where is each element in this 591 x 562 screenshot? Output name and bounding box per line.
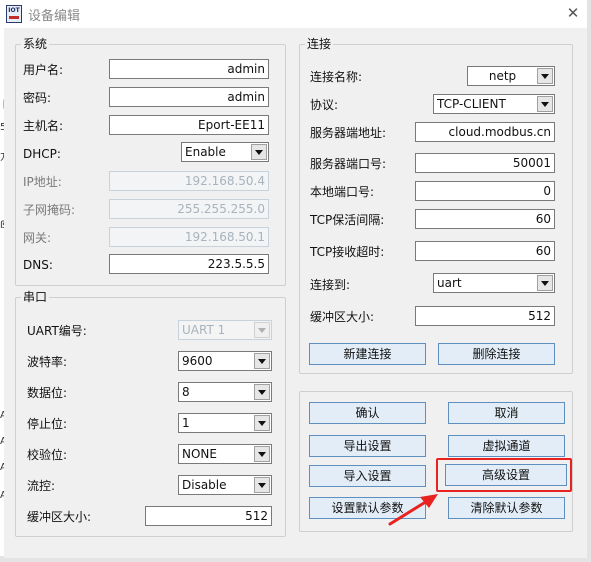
chevron-down-icon[interactable]: [254, 384, 270, 400]
gateway-label: 网关:: [23, 231, 52, 245]
dhcp-label: DHCP:: [23, 147, 61, 161]
server-address-label: 服务器端地址:: [310, 126, 387, 140]
serial-buffer-size-label: 缓冲区大小:: [27, 510, 92, 524]
local-port-field[interactable]: 0: [415, 181, 555, 201]
tcp-receive-timeout-field[interactable]: 60: [415, 241, 555, 261]
hostname-label: 主机名:: [23, 119, 64, 133]
annotation-highlight-box: [436, 458, 572, 492]
tcp-receive-timeout-label: TCP接收超时:: [310, 245, 385, 259]
stop-bits-label: 停止位:: [27, 417, 68, 431]
data-bits-select[interactable]: 8: [178, 382, 272, 402]
delete-connection-button[interactable]: 删除连接: [438, 343, 555, 365]
flow-control-value: Disable: [182, 478, 227, 492]
password-label: 密码:: [23, 91, 52, 105]
connection-name-label: 连接名称:: [310, 70, 363, 84]
dhcp-select-value: Enable: [185, 145, 226, 159]
dns-field[interactable]: 223.5.5.5: [109, 254, 269, 274]
protocol-select[interactable]: TCP-CLIENT: [433, 94, 555, 114]
connection-buffer-size-label: 缓冲区大小:: [310, 310, 375, 324]
password-field[interactable]: admin: [109, 87, 269, 107]
ip-address-field: 192.168.50.4: [109, 171, 269, 191]
connection-buffer-size-field[interactable]: 512: [415, 306, 555, 326]
baud-rate-label: 波特率:: [27, 355, 68, 369]
export-settings-button[interactable]: 导出设置: [309, 435, 426, 457]
connection-name-value: netp: [488, 69, 517, 83]
server-port-label: 服务器端口号:: [310, 157, 387, 171]
title-bar: IOT 设备编辑 ✕: [0, 0, 591, 28]
connect-to-label: 连接到:: [310, 278, 351, 292]
import-settings-button[interactable]: 导入设置: [309, 465, 426, 487]
chevron-down-icon[interactable]: [537, 96, 553, 112]
tcp-keepalive-label: TCP保活间隔:: [310, 213, 385, 227]
chevron-down-icon[interactable]: [254, 415, 270, 431]
app-logo-text: IOT: [8, 7, 20, 14]
stop-bits-value: 1: [182, 416, 190, 430]
annotation-arrow-icon: [388, 494, 438, 526]
connection-name-select[interactable]: netp: [467, 66, 555, 86]
dns-label: DNS:: [23, 258, 53, 272]
chevron-down-icon[interactable]: [254, 446, 270, 462]
hostname-field[interactable]: Eport-EE11: [109, 115, 269, 135]
parity-value: NONE: [182, 447, 217, 461]
clear-default-params-button[interactable]: 清除默认参数: [448, 497, 565, 519]
protocol-label: 协议:: [310, 98, 339, 112]
serial-port-group-title: 串口: [21, 290, 50, 304]
app-logo-bar: [9, 16, 19, 19]
uart-number-label: UART编号:: [27, 324, 87, 338]
new-connection-button[interactable]: 新建连接: [309, 343, 426, 365]
app-logo-icon: IOT: [6, 5, 22, 23]
device-edit-window: IOT 设备编辑 ✕ 卜 5 方 ß A A A A 系统 用户名: admin…: [0, 0, 591, 562]
parity-label: 校验位:: [27, 448, 68, 462]
server-port-field[interactable]: 50001: [415, 153, 555, 173]
dhcp-select[interactable]: Enable: [181, 142, 269, 162]
serial-buffer-size-field[interactable]: 512: [145, 506, 272, 526]
username-field[interactable]: admin: [109, 59, 269, 79]
chevron-down-icon[interactable]: [254, 477, 270, 493]
system-group-title: 系统: [21, 37, 50, 51]
connect-to-select[interactable]: uart: [433, 273, 555, 293]
data-bits-label: 数据位:: [27, 386, 68, 400]
local-port-label: 本地端口号:: [310, 185, 375, 199]
uart-number-value: UART 1: [182, 323, 226, 337]
flow-control-label: 流控:: [27, 479, 56, 493]
chevron-down-icon[interactable]: [251, 144, 267, 160]
flow-control-select[interactable]: Disable: [178, 475, 272, 495]
virtual-channel-button[interactable]: 虚拟通道: [448, 435, 565, 457]
baud-rate-value: 9600: [182, 354, 213, 368]
connect-to-value: uart: [437, 276, 462, 290]
chevron-down-icon: [254, 322, 270, 338]
ip-address-label: IP地址:: [23, 175, 62, 189]
username-label: 用户名:: [23, 63, 64, 77]
window-edge-right: [587, 0, 591, 562]
protocol-value: TCP-CLIENT: [437, 97, 506, 111]
chevron-down-icon[interactable]: [254, 353, 270, 369]
chevron-down-icon[interactable]: [537, 68, 553, 84]
parity-select[interactable]: NONE: [178, 444, 272, 464]
uart-number-select: UART 1: [178, 320, 272, 340]
tcp-keepalive-field[interactable]: 60: [415, 209, 555, 229]
stop-bits-select[interactable]: 1: [178, 413, 272, 433]
cancel-button[interactable]: 取消: [448, 402, 565, 424]
confirm-button[interactable]: 确认: [309, 402, 426, 424]
baud-rate-select[interactable]: 9600: [178, 351, 272, 371]
chevron-down-icon[interactable]: [537, 275, 553, 291]
close-icon[interactable]: ✕: [562, 3, 584, 23]
window-title: 设备编辑: [28, 9, 81, 24]
subnet-mask-field: 255.255.255.0: [109, 199, 269, 219]
subnet-mask-label: 子网掩码:: [23, 203, 76, 217]
server-address-field[interactable]: cloud.modbus.cn: [415, 122, 555, 142]
data-bits-value: 8: [182, 385, 190, 399]
connection-group-title: 连接: [305, 37, 334, 51]
system-group: 系统: [15, 37, 286, 286]
gateway-field: 192.168.50.1: [109, 227, 269, 247]
